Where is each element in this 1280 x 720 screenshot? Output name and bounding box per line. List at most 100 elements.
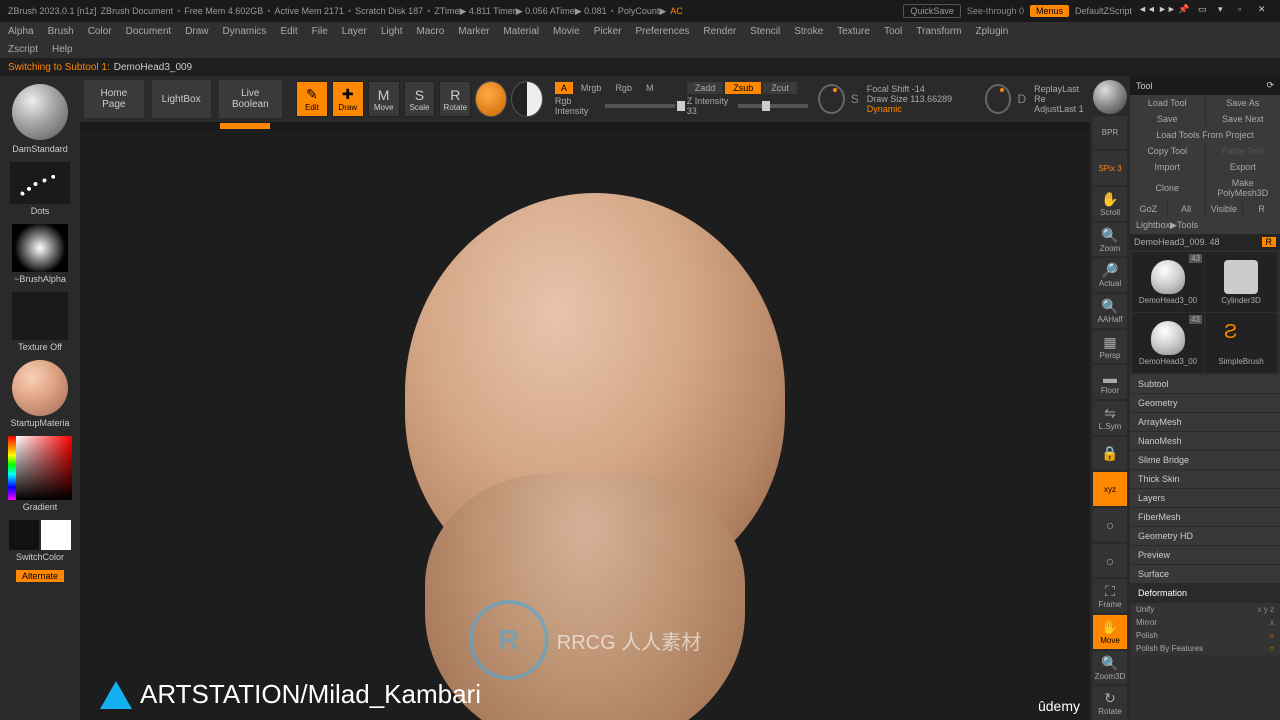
make-polymesh-button[interactable]: Make PolyMesh3D xyxy=(1206,175,1280,201)
goz-all-button[interactable]: All xyxy=(1168,201,1205,217)
stroke-preview[interactable] xyxy=(10,162,70,204)
accordion-geometry-hd[interactable]: Geometry HD xyxy=(1130,527,1280,546)
menu-dynamics[interactable]: Dynamics xyxy=(223,26,267,37)
menu-document[interactable]: Document xyxy=(126,26,172,37)
accordion-fibermesh[interactable]: FiberMesh xyxy=(1130,508,1280,527)
menu-tool[interactable]: Tool xyxy=(884,26,902,37)
draw-size[interactable]: Draw Size 113.66289 xyxy=(867,94,952,104)
defaultscript[interactable]: DefaultZScript xyxy=(1075,6,1132,16)
deformation-heading[interactable]: Deformation xyxy=(1130,584,1280,603)
scroll-button[interactable]: ✋Scroll xyxy=(1093,187,1127,221)
xyz-button[interactable]: xyz xyxy=(1093,472,1127,506)
dynamic-toggle[interactable]: Dynamic xyxy=(867,104,902,114)
z-intensity-slider[interactable] xyxy=(738,104,808,108)
quicksave-button[interactable]: QuickSave xyxy=(903,4,961,18)
arrow-left-icon[interactable]: ◄◄ xyxy=(1138,4,1152,18)
transpose-icon[interactable]: ○ xyxy=(1093,508,1127,542)
rotate3d-button[interactable]: ↻Rotate xyxy=(1093,686,1127,720)
menu-help[interactable]: Help xyxy=(52,44,73,55)
menu-picker[interactable]: Picker xyxy=(594,26,622,37)
export-button[interactable]: Export xyxy=(1206,159,1280,175)
load-tool-button[interactable]: Load Tool xyxy=(1130,95,1205,111)
copy-tool-button[interactable]: Copy Tool xyxy=(1130,143,1205,159)
accordion-surface[interactable]: Surface xyxy=(1130,565,1280,584)
actual-button[interactable]: 🔎Actual xyxy=(1093,258,1127,292)
tool-panel-header[interactable]: Tool ⟳ xyxy=(1130,76,1280,95)
tool-thumb[interactable]: ƧSimpleBrush xyxy=(1205,313,1277,373)
adjust-last[interactable]: AdjustLast 1 xyxy=(1034,104,1086,114)
save-button[interactable]: Save xyxy=(1130,111,1205,127)
material-preview[interactable] xyxy=(12,360,68,416)
gradient-label[interactable]: Gradient xyxy=(23,502,58,512)
rotate-mode-button[interactable]: RRotate xyxy=(439,81,471,117)
lightbox-tools[interactable]: Lightbox▶Tools xyxy=(1130,217,1280,234)
texture-preview[interactable] xyxy=(12,292,68,340)
scale-mode-button[interactable]: SScale xyxy=(404,81,436,117)
menu-file[interactable]: File xyxy=(312,26,328,37)
swatch-white[interactable] xyxy=(41,520,71,550)
lsym-button[interactable]: ⇋L.Sym xyxy=(1093,401,1127,435)
swatch-black[interactable] xyxy=(9,520,39,550)
zcut-button[interactable]: Zcut xyxy=(763,82,797,94)
menu-draw[interactable]: Draw xyxy=(185,26,208,37)
menu-texture[interactable]: Texture xyxy=(837,26,870,37)
accordion-nanomesh[interactable]: NanoMesh xyxy=(1130,432,1280,451)
deformation-unify[interactable]: Unifyx y z xyxy=(1130,603,1280,616)
menu-zscript[interactable]: Zscript xyxy=(8,44,38,55)
menus-button[interactable]: Menus xyxy=(1030,5,1069,17)
window-icon[interactable]: ▭ xyxy=(1198,4,1212,18)
lightbox-button[interactable]: LightBox xyxy=(152,80,211,118)
accordion-thick-skin[interactable]: Thick Skin xyxy=(1130,470,1280,489)
goz-visible-button[interactable]: Visible xyxy=(1206,201,1243,217)
zoom-button[interactable]: 🔍Zoom xyxy=(1093,223,1127,257)
accordion-subtool[interactable]: Subtool xyxy=(1130,375,1280,394)
alternate-button[interactable]: Alternate xyxy=(16,570,64,582)
accordion-slime-bridge[interactable]: Slime Bridge xyxy=(1130,451,1280,470)
replay-last[interactable]: ReplayLast xyxy=(1034,84,1079,94)
sculptris-button[interactable] xyxy=(511,81,543,117)
arrow-right-icon[interactable]: ►► xyxy=(1158,4,1172,18)
transpose2-icon[interactable]: ○ xyxy=(1093,544,1127,578)
menu-preferences[interactable]: Preferences xyxy=(635,26,689,37)
move3d-button[interactable]: ✋Move xyxy=(1093,615,1127,649)
lock-button[interactable]: 🔒 xyxy=(1093,437,1127,471)
pin-icon[interactable]: 📌 xyxy=(1178,4,1192,18)
edit-mode-button[interactable]: ✎Edit xyxy=(296,81,328,117)
clone-button[interactable]: Clone xyxy=(1130,175,1205,201)
menu-stroke[interactable]: Stroke xyxy=(794,26,823,37)
r-badge[interactable]: R xyxy=(1262,237,1277,247)
home-page-button[interactable]: Home Page xyxy=(84,80,144,118)
menu-transform[interactable]: Transform xyxy=(916,26,961,37)
menu-edit[interactable]: Edit xyxy=(280,26,297,37)
spix-slider[interactable]: SPix 3 xyxy=(1093,151,1127,185)
frame-button[interactable]: ⛶Frame xyxy=(1093,579,1127,613)
color-picker[interactable] xyxy=(8,436,72,500)
deformation-polish-by-features[interactable]: Polish By Features○ xyxy=(1130,642,1280,655)
m-button[interactable]: M xyxy=(640,82,660,94)
menu-render[interactable]: Render xyxy=(703,26,736,37)
move-mode-button[interactable]: MMove xyxy=(368,81,400,117)
draw-mode-button[interactable]: ✚Draw xyxy=(332,81,364,117)
aahalf-button[interactable]: 🔍AAHalf xyxy=(1093,294,1127,328)
goz-r-button[interactable]: R xyxy=(1243,201,1280,217)
viewport[interactable]: R RRCG 人人素材 ARTSTATION/Milad_Kambari ûde… xyxy=(80,130,1090,720)
persp-button[interactable]: ▦Persp xyxy=(1093,330,1127,364)
mrgb-button[interactable]: Mrgb xyxy=(575,82,608,94)
switchcolor-label[interactable]: SwitchColor xyxy=(16,552,64,562)
alpha-preview[interactable] xyxy=(12,224,68,272)
menu-macro[interactable]: Macro xyxy=(417,26,445,37)
zadd-button[interactable]: Zadd xyxy=(687,82,724,94)
rgb-button[interactable]: Rgb xyxy=(609,82,638,94)
zoom3d-button[interactable]: 🔍Zoom3D xyxy=(1093,651,1127,685)
brush-preview[interactable] xyxy=(12,84,68,140)
accordion-layers[interactable]: Layers xyxy=(1130,489,1280,508)
bpr-sphere[interactable] xyxy=(1093,80,1127,114)
gizmo-button[interactable] xyxy=(475,81,507,117)
close-icon[interactable]: ✕ xyxy=(1258,4,1272,18)
tool-thumb[interactable]: 43DemoHead3_00 xyxy=(1132,252,1204,312)
accordion-arraymesh[interactable]: ArrayMesh xyxy=(1130,413,1280,432)
goz-button[interactable]: GoZ xyxy=(1130,201,1167,217)
maximize-icon[interactable]: ▫ xyxy=(1238,4,1252,18)
menu-light[interactable]: Light xyxy=(381,26,403,37)
menu-brush[interactable]: Brush xyxy=(48,26,74,37)
